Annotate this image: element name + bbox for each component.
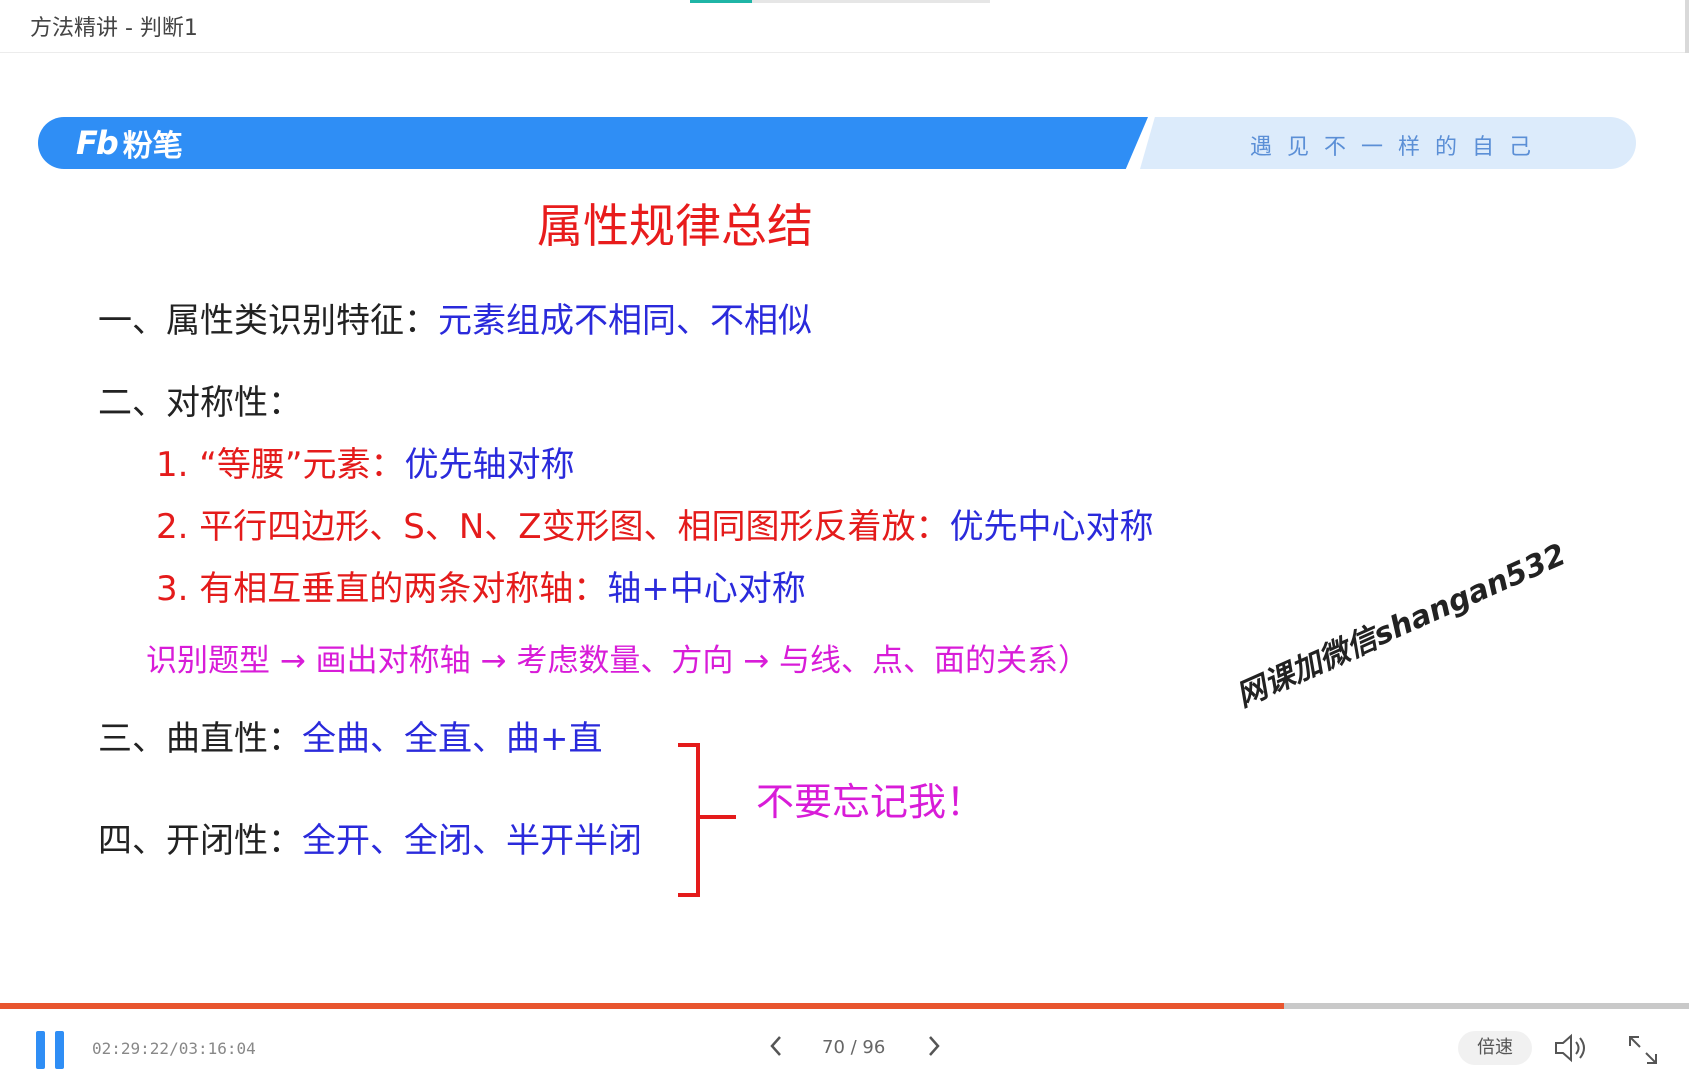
speaker-icon bbox=[1555, 1033, 1585, 1063]
slogan: 遇见不一样的自己 bbox=[1250, 135, 1547, 160]
item-symmetry-2: 2. 平行四边形、S、N、Z变形图、相同图形反着放：优先中心对称 bbox=[156, 507, 1154, 547]
fenbi-logo: Fb 粉笔 bbox=[76, 122, 183, 164]
player-controls: 02:29:22/03:16:04 70 / 96 倍速 bbox=[0, 1009, 1689, 1080]
slide-title: 属性规律总结 bbox=[537, 199, 813, 253]
speed-button[interactable]: 倍速 bbox=[1458, 1031, 1532, 1065]
watermark-text: 网课加微信shangan532 bbox=[1231, 537, 1572, 715]
time-display: 02:29:22/03:16:04 bbox=[92, 1039, 256, 1058]
prev-page-button[interactable] bbox=[768, 1034, 784, 1064]
item-attribute-feature: 一、属性类识别特征：元素组成不相同、不相似 bbox=[98, 301, 812, 341]
fullscreen-button[interactable] bbox=[1626, 1033, 1660, 1067]
pause-icon bbox=[36, 1031, 45, 1069]
title-bar: 方法精讲 - 判断1 bbox=[0, 0, 1689, 53]
item-method-flow: 识别题型 → 画出对称轴 → 考虑数量、方向 → 与线、点、面的关系） bbox=[146, 643, 1090, 679]
logo-mark: Fb bbox=[76, 124, 119, 162]
chevron-right-icon bbox=[929, 1036, 940, 1056]
next-page-button[interactable] bbox=[926, 1034, 942, 1064]
scrollbar[interactable] bbox=[1685, 0, 1689, 55]
expand-icon bbox=[1629, 1036, 1657, 1064]
brace-shape bbox=[678, 743, 736, 897]
item-symmetry: 二、对称性： bbox=[98, 383, 302, 423]
item-curve-straight: 三、曲直性：全曲、全直、曲+直 bbox=[98, 719, 603, 759]
reminder-text: 不要忘记我！ bbox=[756, 780, 985, 824]
volume-button[interactable] bbox=[1552, 1033, 1592, 1063]
item-symmetry-3: 3. 有相互垂直的两条对称轴：轴+中心对称 bbox=[156, 569, 806, 609]
slide: Fb 粉笔 遇见不一样的自己 属性规律总结 一、属性类识别特征：元素组成不相同、… bbox=[0, 53, 1689, 1003]
chevron-left-icon bbox=[770, 1036, 781, 1056]
window-title: 方法精讲 - 判断1 bbox=[30, 16, 198, 41]
item-symmetry-1: 1. “等腰”元素：优先轴对称 bbox=[156, 445, 575, 485]
page-indicator: 70 / 96 bbox=[822, 1037, 886, 1058]
logo-name: 粉笔 bbox=[122, 129, 183, 164]
item-open-closed: 四、开闭性：全开、全闭、半开半闭 bbox=[98, 821, 642, 861]
banner-bar bbox=[38, 117, 1148, 169]
top-indicator bbox=[690, 0, 990, 3]
pause-button[interactable] bbox=[36, 1031, 68, 1069]
